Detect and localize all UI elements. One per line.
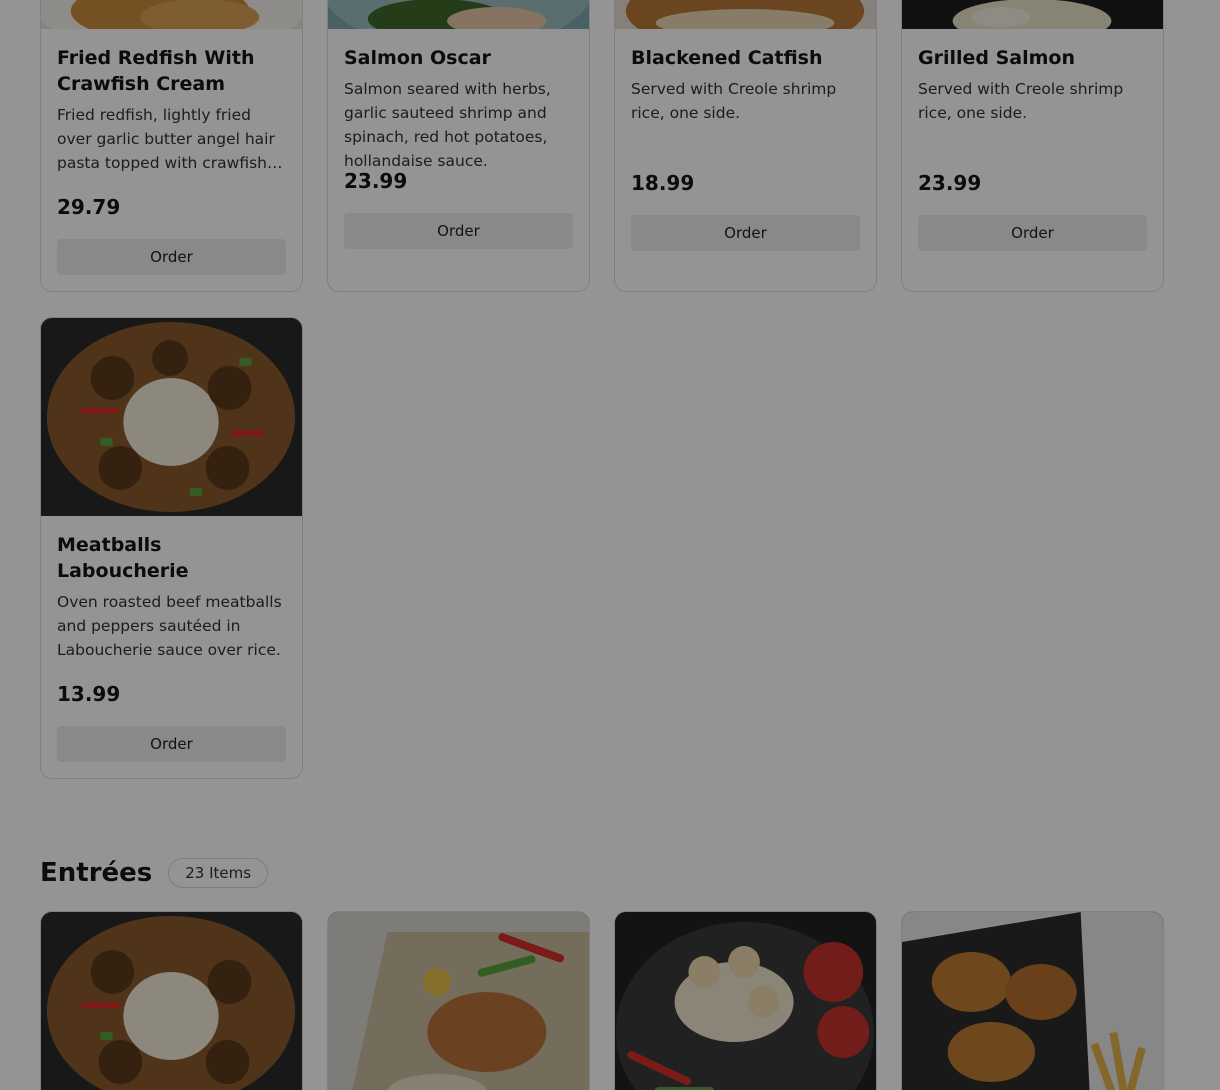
menu-page: Fried Redfish With Crawfish Cream Fried … xyxy=(0,0,1220,1090)
modal-backdrop[interactable] xyxy=(0,0,1220,1090)
